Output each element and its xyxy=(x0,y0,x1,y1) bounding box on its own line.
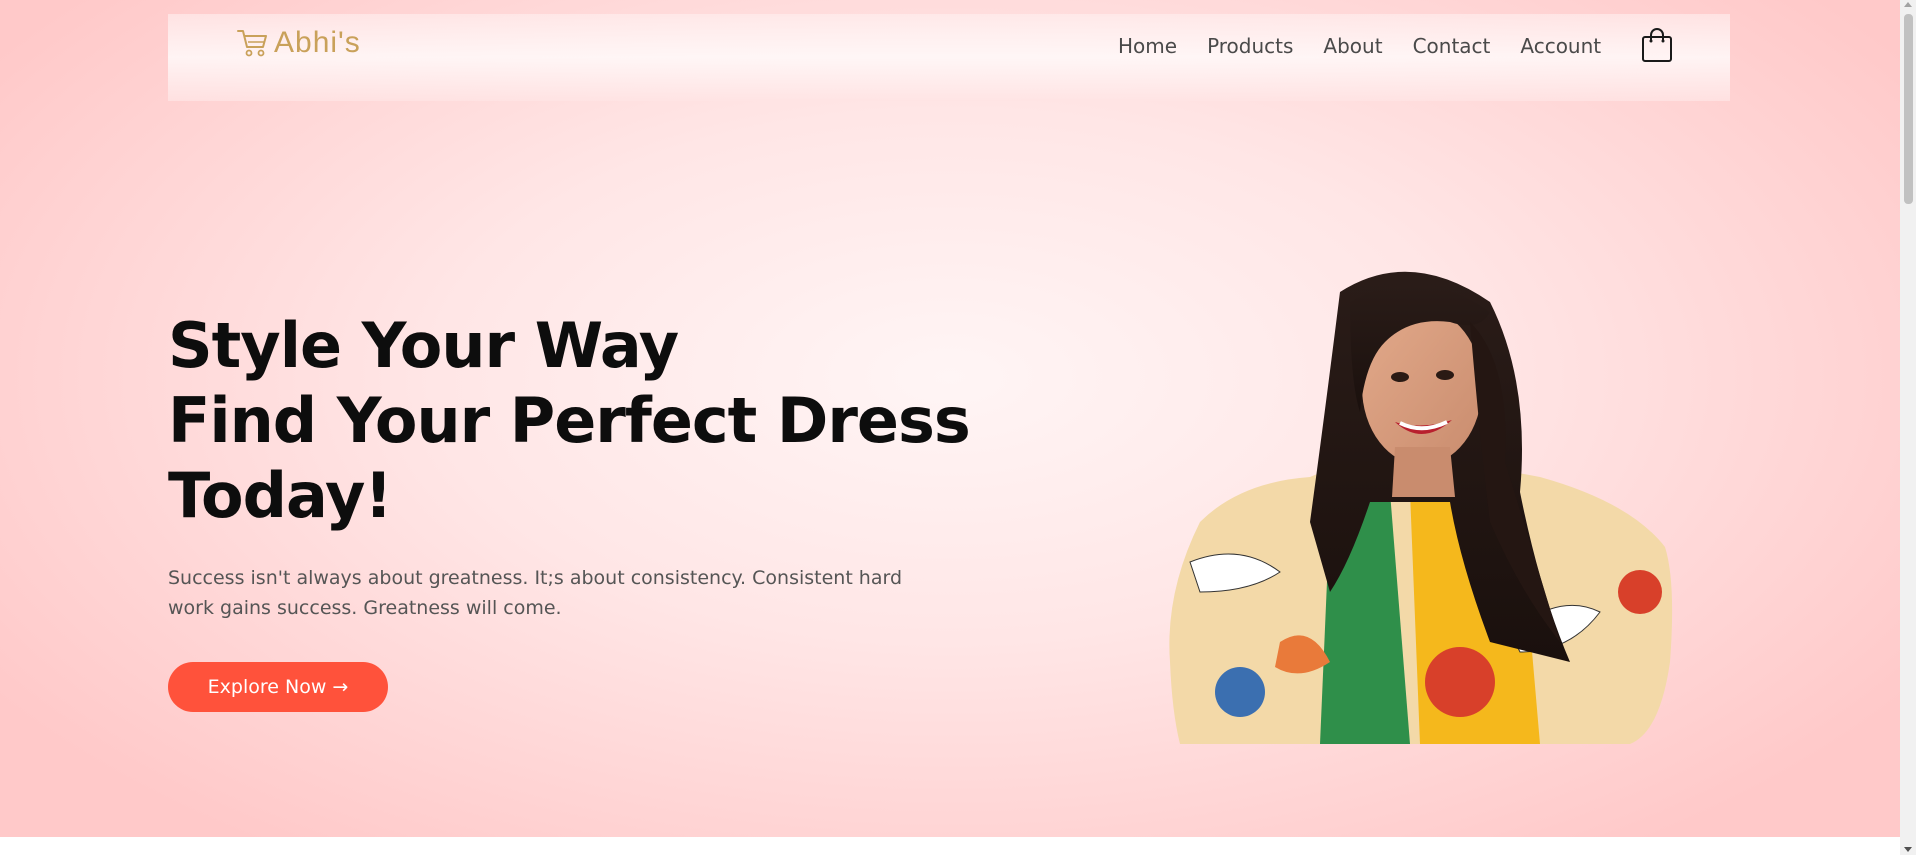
scroll-thumb[interactable] xyxy=(1904,14,1913,204)
nav-about-link[interactable]: About xyxy=(1323,34,1382,58)
model-photo xyxy=(1169,271,1673,744)
shopping-bag-icon[interactable] xyxy=(1641,27,1673,63)
brand-name: Abhi's xyxy=(274,26,361,59)
headline-line-2: Find Your Perfect Dress xyxy=(168,384,971,457)
main-nav: Home Products About Contact Account xyxy=(1118,34,1631,58)
scroll-down-arrow-icon[interactable] xyxy=(1904,847,1912,852)
hero-subtext: Success isn't always about greatness. It… xyxy=(168,567,903,619)
page-viewport: Abhi's Home Products About Contact Accou… xyxy=(0,0,1900,855)
page-scrollbar[interactable] xyxy=(1900,0,1916,855)
shopping-cart-icon xyxy=(237,30,267,57)
nav-home-link[interactable]: Home xyxy=(1118,34,1177,58)
hero-section: Abhi's Home Products About Contact Accou… xyxy=(0,0,1900,837)
scroll-up-arrow-icon[interactable] xyxy=(1904,2,1912,7)
hero-headline: Style Your Way Find Your Perfect Dress T… xyxy=(168,308,971,533)
headline-line-1: Style Your Way xyxy=(168,309,679,382)
explore-now-button[interactable]: Explore Now → xyxy=(168,662,388,712)
nav-contact-link[interactable]: Contact xyxy=(1413,34,1491,58)
nav-products-link[interactable]: Products xyxy=(1207,34,1293,58)
nav-account-link[interactable]: Account xyxy=(1520,34,1601,58)
brand-logo[interactable]: Abhi's xyxy=(236,24,361,62)
headline-line-3: Today! xyxy=(168,459,393,532)
